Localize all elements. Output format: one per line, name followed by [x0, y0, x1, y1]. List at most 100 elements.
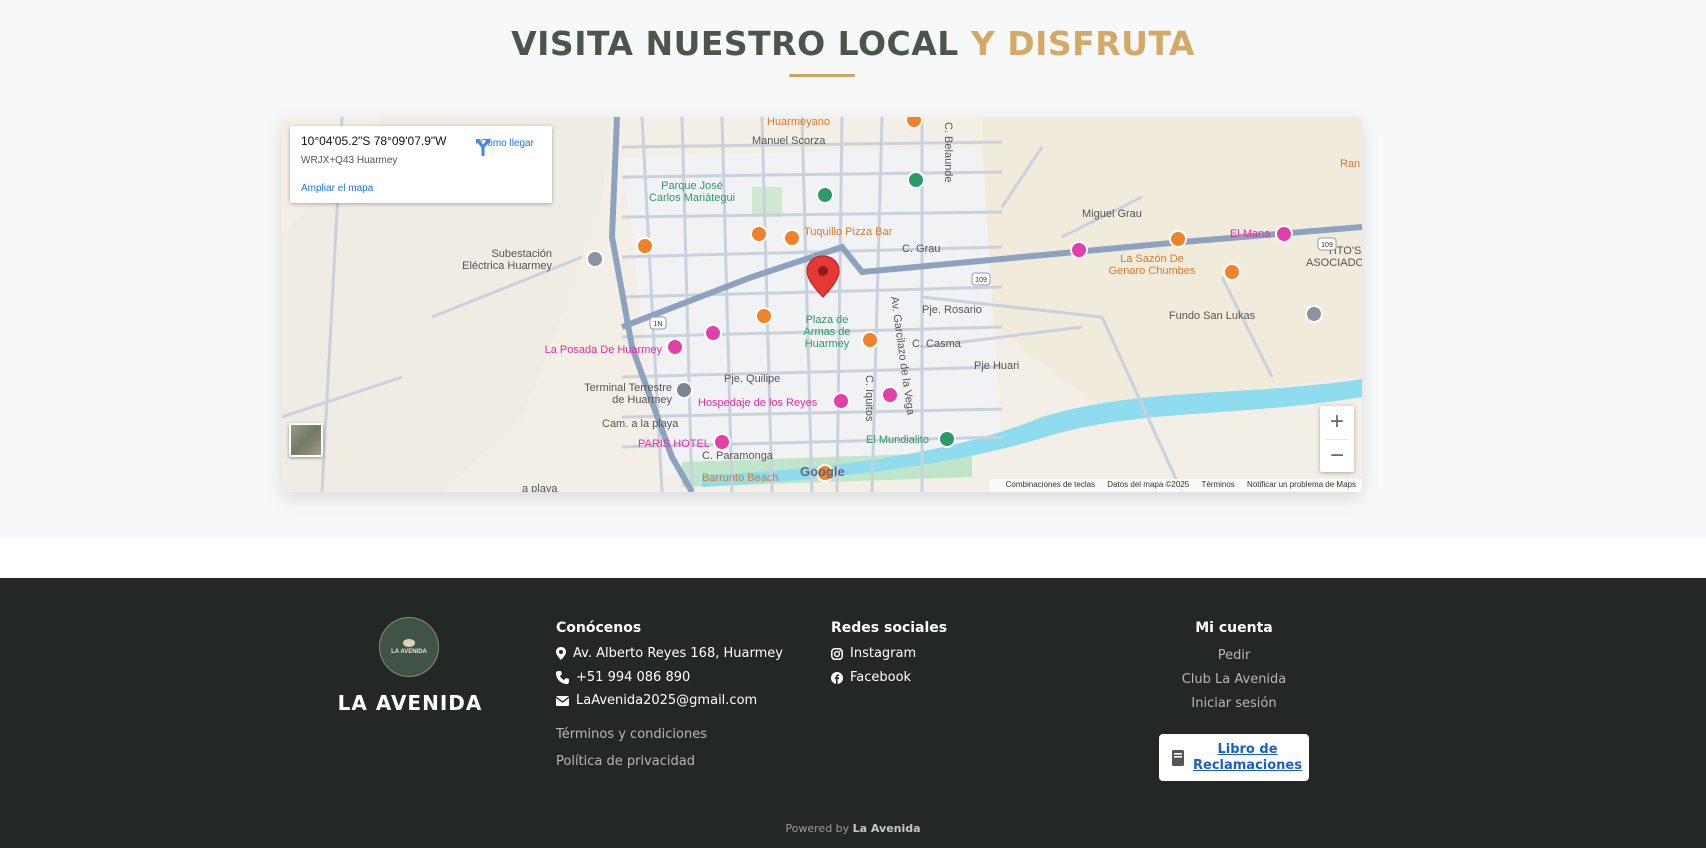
map-green-square [752, 187, 782, 217]
hotel-pin-icon[interactable] [713, 433, 731, 451]
map-label: La Posada De Huarmey [545, 344, 663, 356]
map-label: Huarmey [805, 338, 850, 350]
red-pin-dot [818, 266, 828, 276]
map-label: ASOCIADOS EIRL [1306, 257, 1362, 269]
map-info-card: 10°04'05.2"S 78°09'07.9"W WRJX+Q43 Huarm… [290, 126, 552, 203]
conocenos-heading: Conócenos [556, 620, 642, 636]
map-label: Pje Huari [974, 360, 1019, 372]
title-underline [789, 74, 855, 77]
hotel-pin-icon[interactable] [666, 338, 684, 356]
zoom-out-button[interactable]: − [1320, 440, 1354, 473]
claims-book-button[interactable]: Libro de Reclamaciones [1159, 734, 1309, 781]
map-label: Carlos Mariátegui [649, 192, 735, 204]
hotel-pin-icon[interactable] [832, 392, 850, 410]
map-label: Manuel Scorza [752, 135, 826, 147]
map-label: C. Casma [912, 338, 962, 350]
logo-emblem-icon [403, 639, 415, 647]
route-label: 109 [1321, 242, 1333, 249]
instagram-label: Instagram [850, 646, 917, 661]
map-label: Cam. a la playa [602, 418, 679, 430]
map-label: C. Belaunde [942, 122, 954, 183]
map-plus-code: WRJX+Q43 Huarmey [301, 155, 398, 166]
restaurant-pin-icon[interactable] [636, 237, 654, 255]
map-label: C. Paramonga [702, 450, 774, 462]
instagram-link[interactable]: Instagram [831, 646, 916, 661]
site-footer: LA AVENIDA LA AVENIDA Conócenos Av. Albe… [0, 578, 1706, 848]
club-link[interactable]: Club La Avenida [1174, 672, 1294, 687]
zoom-controls: + − [1320, 406, 1354, 472]
phone-item[interactable]: +51 994 086 890 [556, 670, 690, 685]
section-title: VISITA NUESTRO LOCAL Y DISFRUTA [0, 24, 1706, 63]
title-part-1: VISITA NUESTRO LOCAL [511, 24, 959, 63]
bus-station-pin-icon[interactable] [675, 381, 693, 399]
map-label: Tuquillo Pizza Bar [804, 226, 893, 238]
map-section: VISITA NUESTRO LOCAL Y DISFRUTA Huarmeya… [0, 0, 1706, 538]
google-logo: Google [800, 464, 845, 479]
report-problem-link[interactable]: Notificar un problema de Maps [1247, 480, 1356, 489]
hotel-pin-icon[interactable] [1070, 241, 1088, 259]
terms-link[interactable]: Términos [1201, 480, 1234, 489]
facebook-icon [831, 671, 843, 684]
facebook-link[interactable]: Facebook [831, 670, 911, 685]
keyboard-shortcuts-link[interactable]: Combinaciones de teclas [1006, 480, 1095, 489]
privacy-policy-link[interactable]: Política de privacidad [556, 754, 695, 769]
phone-icon [556, 671, 569, 684]
claims-line-1: Libro de [1217, 741, 1278, 757]
map-label: C. Iquitos [863, 375, 875, 422]
enlarge-map-link[interactable]: Ampliar el mapa [301, 183, 373, 194]
location-icon [556, 647, 566, 660]
email-text: LaAvenida2025@gmail.com [576, 693, 758, 708]
terms-conditions-link[interactable]: Términos y condiciones [556, 727, 707, 742]
map-attribution: Combinaciones de teclas Datos del mapa ©… [989, 479, 1362, 492]
email-item[interactable]: LaAvenida2025@gmail.com [556, 693, 757, 708]
brand-name: LA AVENIDA [337, 691, 483, 715]
hotel-pin-icon[interactable] [1275, 225, 1293, 243]
logo-text: LA AVENIDA [391, 649, 427, 655]
restaurant-pin-icon[interactable] [755, 307, 773, 325]
hotel-pin-icon[interactable] [704, 324, 722, 342]
park-pin-icon[interactable] [816, 186, 834, 204]
map-label: C. Grau [902, 243, 941, 255]
building-pin-icon[interactable] [586, 250, 604, 268]
map-label: Pje. Quilipe [724, 373, 780, 385]
map-label: a playa [522, 483, 558, 492]
map-label: La Sazón De [1120, 253, 1184, 265]
hotel-pin-icon[interactable] [881, 386, 899, 404]
map-label: Armas de [803, 326, 850, 338]
map-label: Parque José [661, 180, 723, 192]
restaurant-pin-icon[interactable] [861, 331, 879, 349]
address-text: Av. Alberto Reyes 168, Huarmey [573, 646, 783, 661]
map-label: Barrunto Beach [702, 472, 778, 484]
map-label: Terminal Terrestre [584, 382, 672, 394]
satellite-toggle[interactable] [289, 423, 323, 457]
restaurant-pin-icon[interactable] [905, 117, 923, 129]
brand-logo[interactable]: LA AVENIDA [379, 617, 439, 677]
zoom-in-button[interactable]: + [1320, 406, 1354, 439]
map-label: Ran [1340, 158, 1360, 170]
map-label: El Mana [1230, 228, 1271, 240]
map-label: El Mundialito [866, 434, 929, 446]
powered-prefix: Powered by [785, 822, 850, 835]
embedded-map[interactable]: Huarmeyano Manuel Scorza Parque José Car… [282, 117, 1362, 492]
envelope-icon [556, 695, 569, 706]
sports-pin-icon[interactable] [907, 171, 925, 189]
restaurant-pin-icon[interactable] [750, 225, 768, 243]
school-pin-icon[interactable] [1305, 305, 1323, 323]
order-link[interactable]: Pedir [1174, 648, 1294, 663]
facebook-label: Facebook [850, 670, 912, 685]
map-label: Subestación [491, 248, 552, 260]
powered-brand: La Avenida [852, 822, 921, 835]
restaurant-pin-icon[interactable] [783, 229, 801, 247]
map-coordinates: 10°04'05.2"S 78°09'07.9"W [301, 134, 447, 148]
route-label: 1N [654, 321, 663, 328]
sports-pin-icon[interactable] [938, 430, 956, 448]
map-label: Hospedaje de los Reyes [698, 397, 818, 409]
account-heading: Mi cuenta [1195, 620, 1273, 636]
directions-icon [476, 139, 490, 156]
directions-button[interactable]: Cómo llegar [472, 136, 542, 156]
restaurant-pin-icon[interactable] [1169, 230, 1187, 248]
restaurant-pin-icon[interactable] [1223, 263, 1241, 281]
login-link[interactable]: Iniciar sesión [1174, 696, 1294, 711]
claims-line-2: Reclamaciones [1193, 757, 1302, 773]
map-label: Huarmeyano [767, 117, 830, 128]
